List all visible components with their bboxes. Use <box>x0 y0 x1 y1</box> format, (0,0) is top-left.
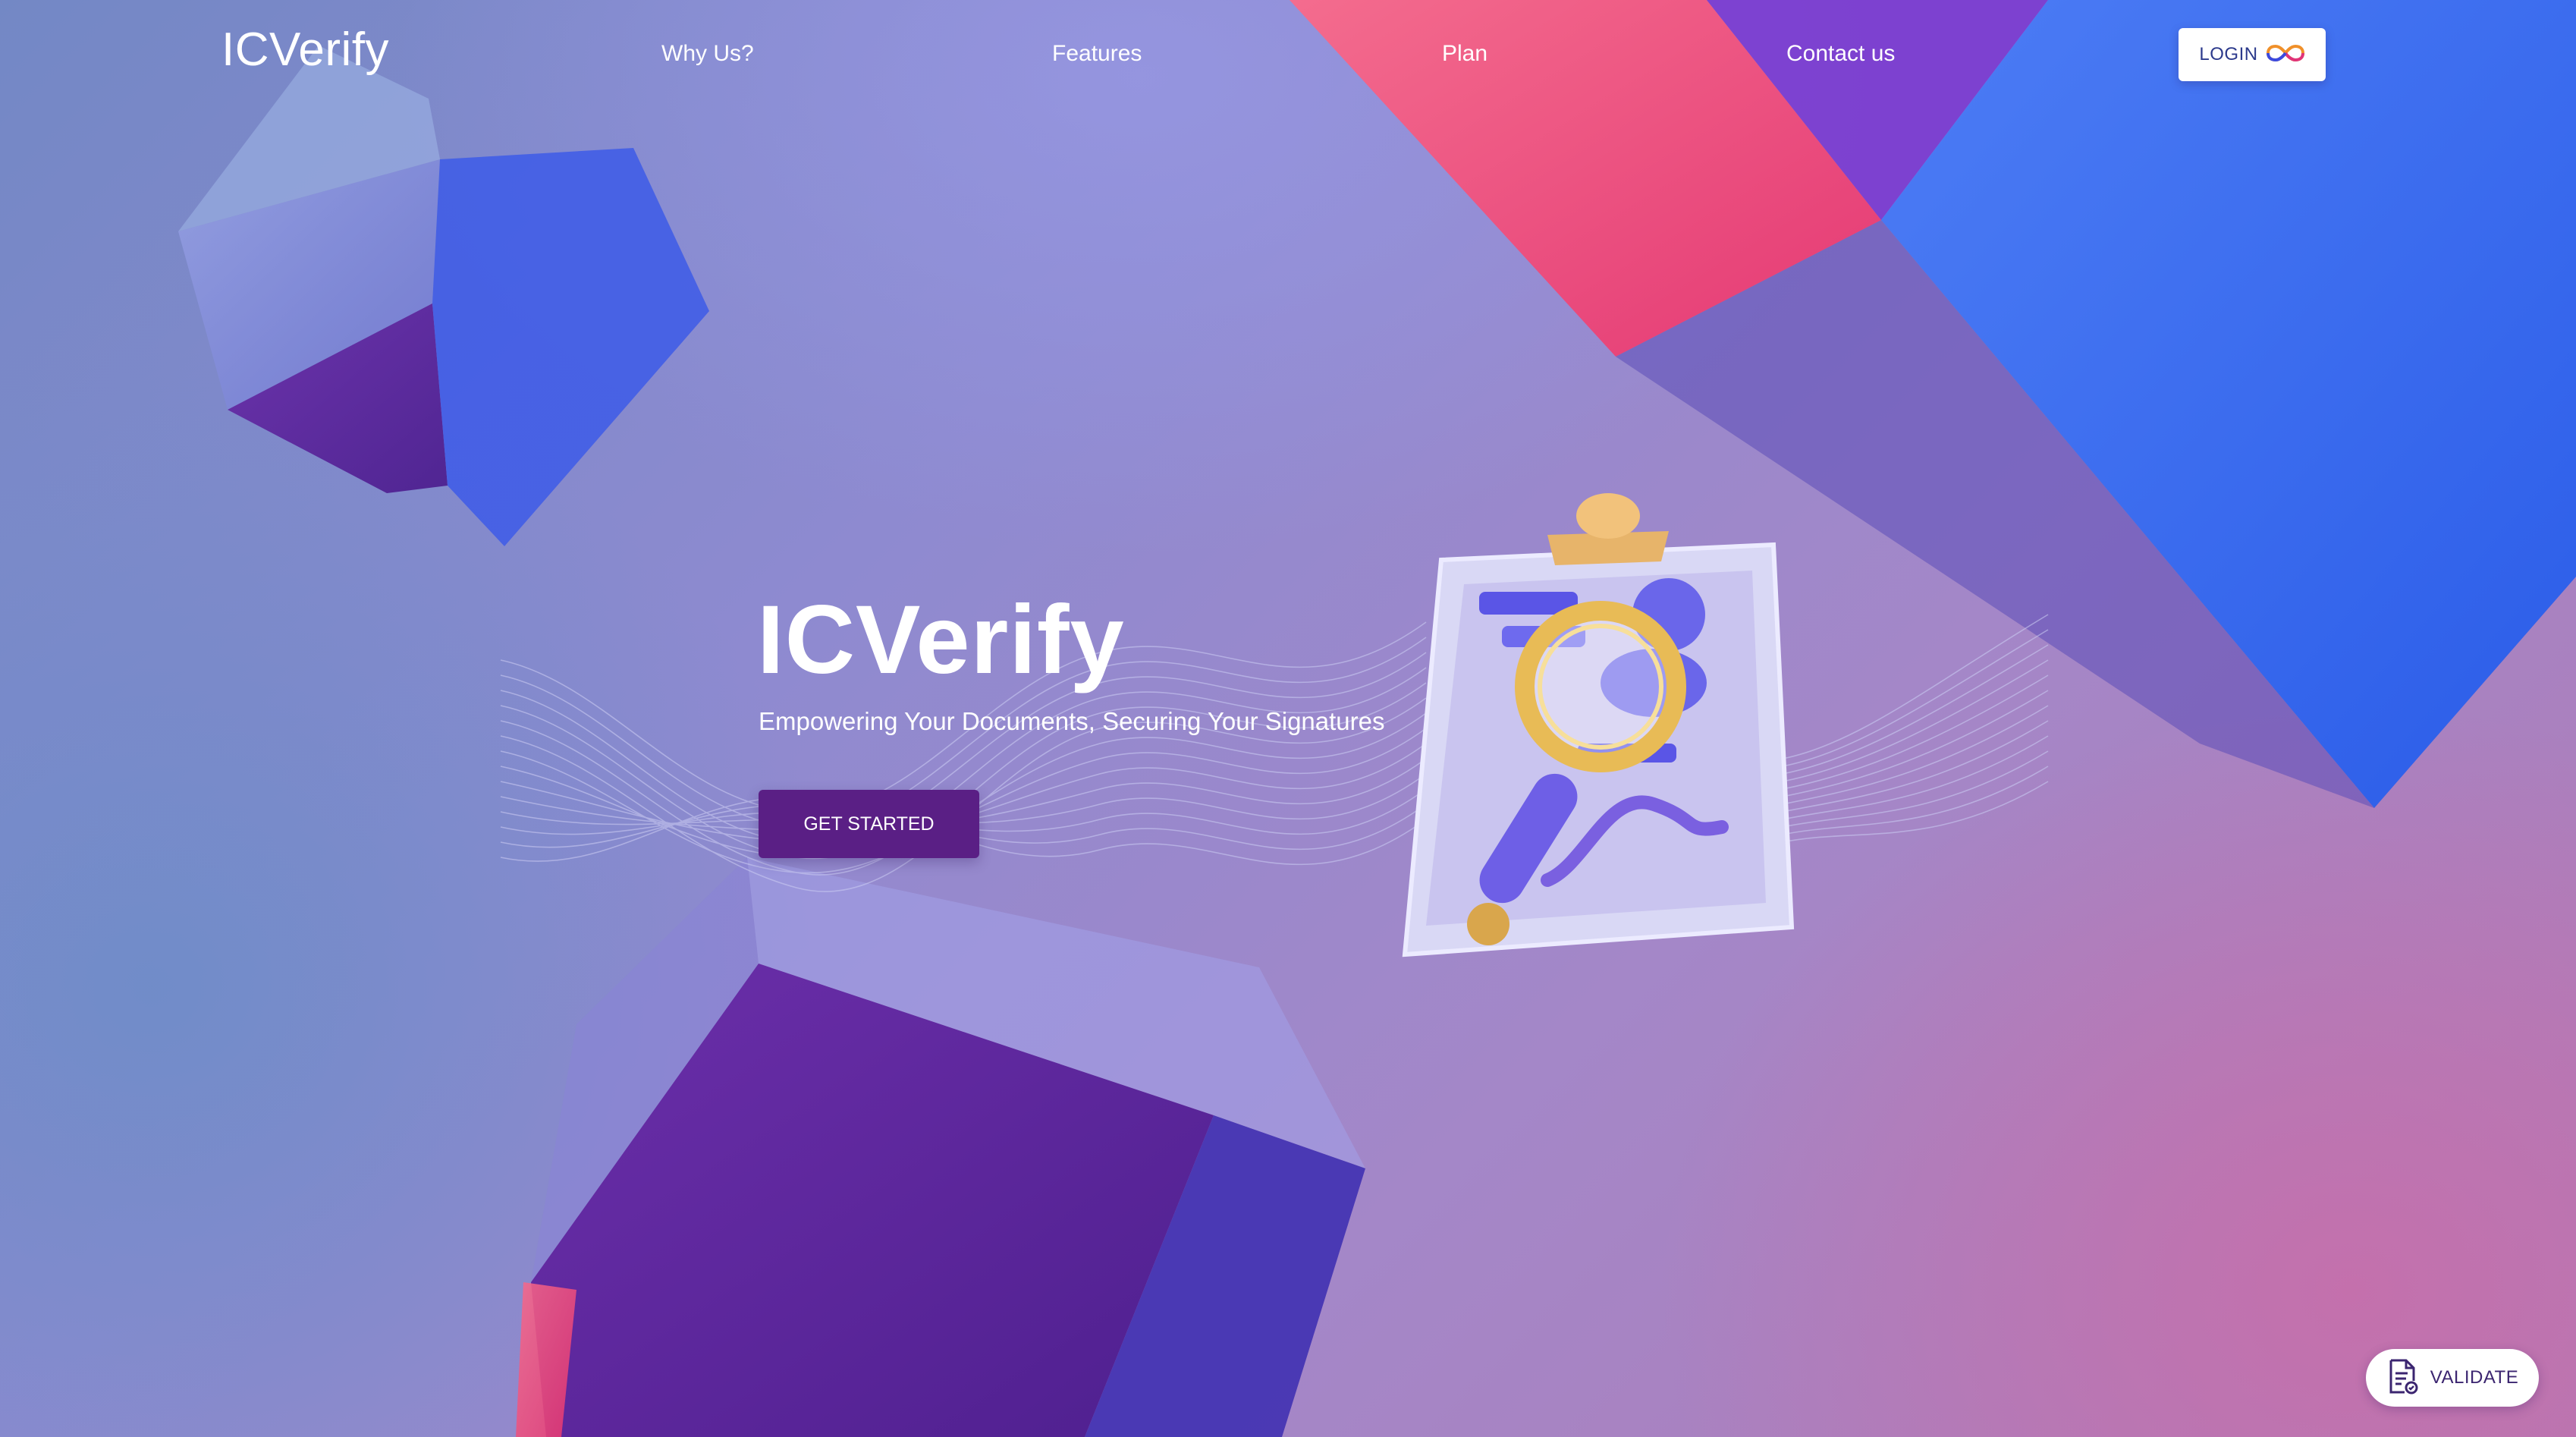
top-navigation: ICVerify Why Us? Features Plan Contact u… <box>0 0 2576 114</box>
hero-title: ICVerify <box>757 586 1125 694</box>
get-started-button[interactable]: GET STARTED <box>759 790 979 858</box>
hero-subtitle: Empowering Your Documents, Securing Your… <box>759 707 1385 735</box>
nav-link-why-us[interactable]: Why Us? <box>661 41 754 67</box>
nav-link-plan[interactable]: Plan <box>1442 41 1487 67</box>
nav-link-contact-us[interactable]: Contact us <box>1786 41 1895 67</box>
login-label: LOGIN <box>2199 44 2258 64</box>
document-check-icon <box>2386 1358 2420 1398</box>
nav-link-features[interactable]: Features <box>1052 41 1142 67</box>
glass-cube-blue <box>432 148 709 546</box>
wave-lines-right <box>1782 614 2049 843</box>
validate-button[interactable]: VALIDATE <box>2366 1349 2539 1407</box>
clipboard-magnifier-illustration <box>1402 493 1795 957</box>
validate-label: VALIDATE <box>2430 1367 2519 1388</box>
login-button[interactable]: LOGIN <box>2179 28 2326 81</box>
site-logo[interactable]: ICVerify <box>221 23 389 77</box>
infinity-logo-icon <box>2266 43 2305 67</box>
landing-page: ICVerify Why Us? Features Plan Contact u… <box>0 0 2576 1437</box>
